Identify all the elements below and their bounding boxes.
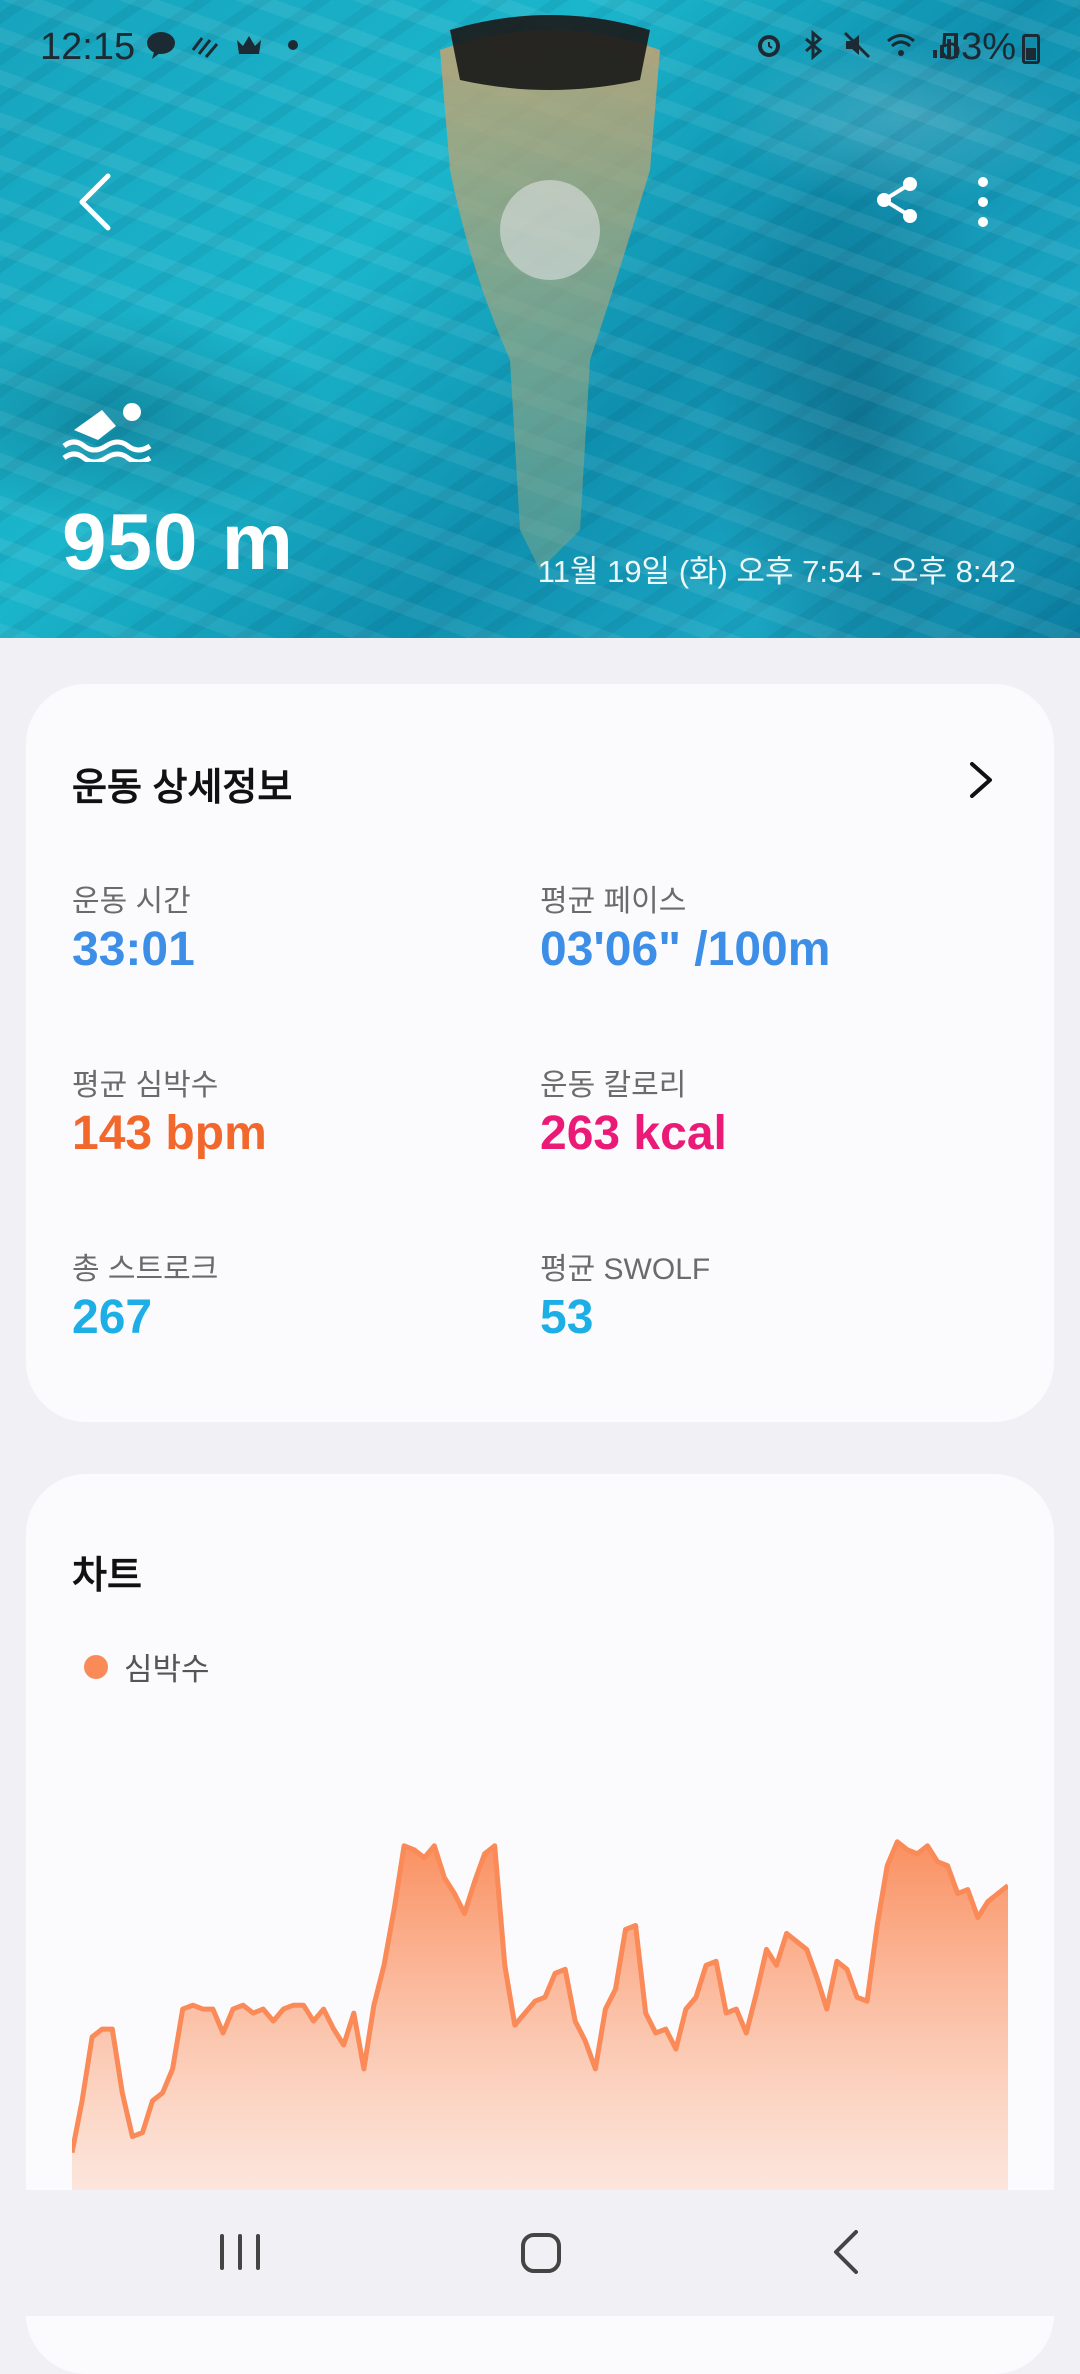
details-title: 운동 상세정보 [72,767,293,809]
crown-icon [237,36,261,54]
signal-strokes-icon [191,37,219,58]
hero-banner: 12:15 53% 950 m 11월 19일 (화) 오후 7:54 - 오후… [0,0,1080,638]
chart-legend[interactable]: 심박수 [84,1644,210,1689]
recents-icon[interactable] [218,2232,262,2272]
dot-icon [288,40,298,50]
stat-label-swolf: 평균 SWOLF [540,1253,711,1286]
stat-value-strokes: 267 [72,1291,153,1344]
stat-value-swolf: 53 [540,1291,594,1344]
stat-value-heart-rate: 143 bpm [72,1107,267,1160]
bluetooth-icon [805,30,823,60]
stat-value-pace: 03'06" /100m [540,923,831,976]
status-time: 12:15 [40,26,136,68]
stat-label-strokes: 총 스트로크 [72,1253,219,1286]
alarm-icon [758,35,780,57]
legend-label: 심박수 [124,1652,210,1687]
workout-details-card[interactable]: 운동 상세정보 운동 시간 33:01 평균 페이스 03'06" /100m … [26,684,1054,1422]
more-options-icon[interactable] [970,176,996,228]
stat-label-calories: 운동 칼로리 [540,1069,687,1102]
talk-icon [147,32,175,59]
stat-label-duration: 운동 시간 [72,885,191,918]
stat-value-calories: 263 kcal [540,1107,727,1160]
workout-date-range: 11월 19일 (화) 오후 7:54 - 오후 8:42 [537,554,1016,589]
home-icon[interactable] [520,2232,562,2274]
status-bar: 12:15 53% [0,0,1080,96]
chevron-right-icon[interactable] [966,760,996,800]
wifi-icon [887,34,915,56]
mute-icon [843,31,871,59]
chart-title: 차트 [72,1555,142,1597]
stat-label-pace: 평균 페이스 [540,885,687,918]
legend-dot-icon [84,1654,108,1679]
share-icon[interactable] [874,176,922,224]
battery-percentage: 53% [939,26,1016,68]
stat-value-duration: 33:01 [72,923,195,976]
total-distance: 950 m [62,497,294,586]
swimming-icon [62,403,152,462]
back-button[interactable] [70,170,118,234]
back-icon[interactable] [830,2228,860,2276]
stat-label-heart-rate: 평균 심박수 [72,1069,219,1102]
system-nav-bar [0,2190,1080,2316]
battery-icon [1022,34,1040,64]
